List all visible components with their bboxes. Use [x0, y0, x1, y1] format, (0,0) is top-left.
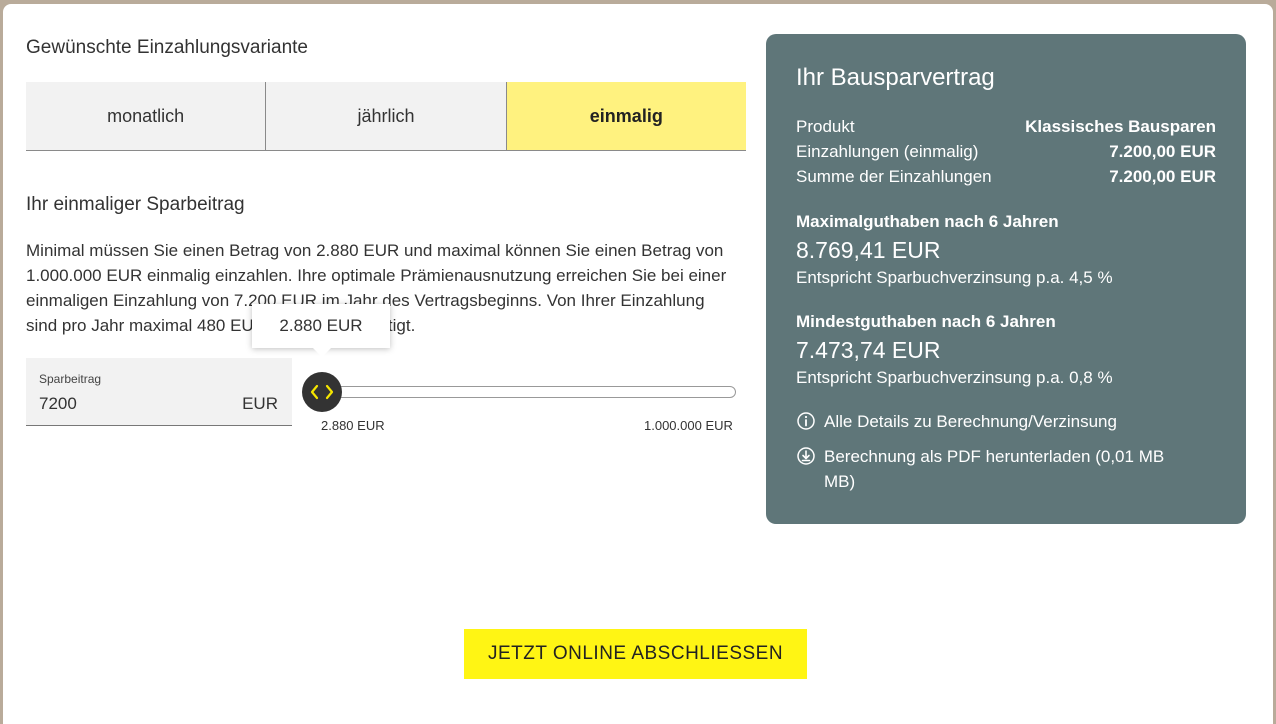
min-balance-note: Entspricht Sparbuchverzinsung p.a. 0,8 %: [796, 368, 1113, 387]
details-link-label[interactable]: Alle Details zu Berechnung/Verzinsung: [824, 409, 1117, 434]
slider-max-label: 1.000.000 EUR: [644, 418, 733, 433]
summary-row: Produkt Klassisches Bausparen: [796, 114, 1216, 139]
slider-value-tooltip: 2.880 EUR: [252, 304, 390, 357]
summary-row-value: 7.200,00 EUR: [1109, 167, 1216, 186]
pdf-download-link[interactable]: Berechnung als PDF herunterladen (0,01 M…: [796, 444, 1196, 494]
contribution-slider-handle[interactable]: [302, 372, 342, 412]
sign-up-online-button[interactable]: JETZT ONLINE ABSCHLIESSEN: [464, 629, 807, 679]
min-balance-heading: Mindestguthaben nach 6 Jahren: [796, 312, 1056, 331]
tab-yearly[interactable]: jährlich: [266, 82, 507, 150]
panel-title: Ihr Bausparvertrag: [796, 64, 995, 91]
contribution-input[interactable]: 7200: [39, 394, 77, 414]
summary-row: Einzahlungen (einmalig) 7.200,00 EUR: [796, 139, 1216, 164]
contribution-unit: EUR: [242, 394, 278, 413]
arrows-left-right-icon: [310, 384, 334, 400]
contribution-slider-track[interactable]: [318, 386, 736, 398]
tab-one-time[interactable]: einmalig: [506, 82, 746, 150]
summary-rows: Produkt Klassisches Bausparen Einzahlung…: [796, 114, 1216, 189]
min-balance-amount: 7.473,74 EUR: [796, 337, 941, 363]
tab-monthly[interactable]: monatlich: [26, 82, 267, 150]
min-balance-block: Mindestguthaben nach 6 Jahren 7.473,74 E…: [796, 310, 1216, 391]
contribution-field-label: Sparbeitrag: [39, 372, 102, 386]
contract-summary-panel: Ihr Bausparvertrag Produkt Klassisches B…: [766, 34, 1246, 524]
summary-row-label: Produkt: [796, 117, 855, 136]
download-icon: [797, 447, 815, 465]
summary-row-value: 7.200,00 EUR: [1109, 142, 1216, 161]
pdf-download-label[interactable]: Berechnung als PDF herunterladen (0,01 M…: [824, 444, 1196, 494]
slider-min-label: 2.880 EUR: [321, 418, 385, 433]
summary-row-label: Summe der Einzahlungen: [796, 167, 992, 186]
summary-row: Summe der Einzahlungen 7.200,00 EUR: [796, 164, 1216, 189]
max-balance-heading: Maximalguthaben nach 6 Jahren: [796, 212, 1059, 231]
deposit-variant-title: Gewünschte Einzahlungsvariante: [26, 37, 309, 58]
max-balance-block: Maximalguthaben nach 6 Jahren 8.769,41 E…: [796, 210, 1216, 291]
calculator-modal: Gewünschte Einzahlungsvariante monatlich…: [3, 4, 1273, 724]
max-balance-note: Entspricht Sparbuchverzinsung p.a. 4,5 %: [796, 268, 1113, 287]
contribution-title: Ihr einmaliger Sparbeitrag: [26, 194, 245, 215]
summary-row-value: Klassisches Bausparen: [1025, 117, 1216, 136]
max-balance-amount: 8.769,41 EUR: [796, 237, 941, 263]
deposit-variant-tabs: monatlich jährlich einmalig: [26, 82, 746, 151]
summary-row-label: Einzahlungen (einmalig): [796, 142, 979, 161]
details-link[interactable]: Alle Details zu Berechnung/Verzinsung: [796, 409, 1216, 434]
info-icon: [797, 412, 815, 430]
contribution-field[interactable]: Sparbeitrag 7200 EUR: [26, 358, 292, 426]
